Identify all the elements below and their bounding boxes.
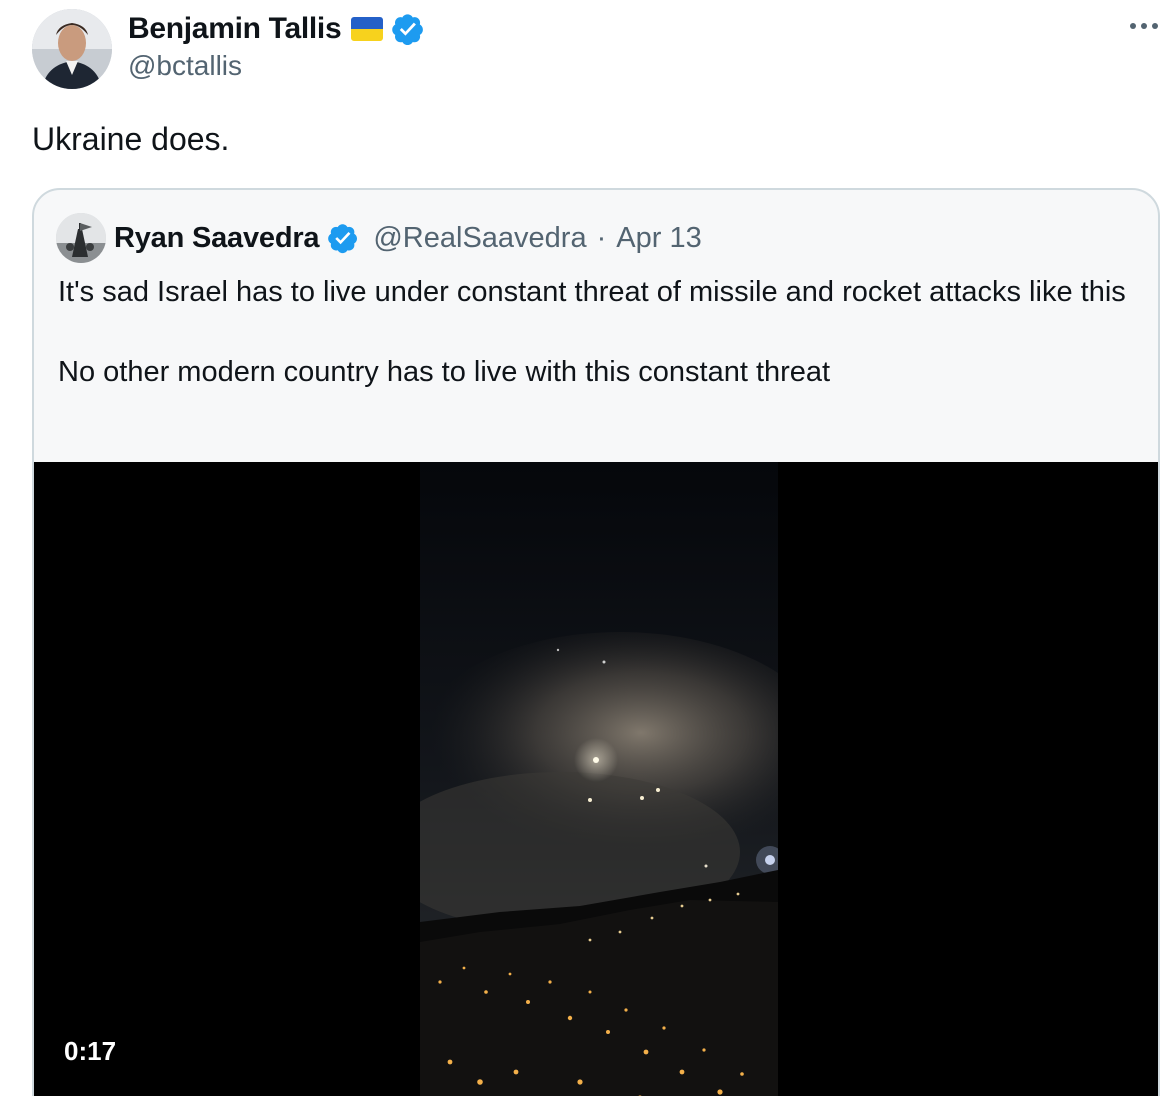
video-thumbnail[interactable] — [420, 462, 778, 1096]
quote-author-avatar[interactable] — [56, 213, 106, 263]
quote-body-text: It's sad Israel has to live under consta… — [58, 276, 1126, 388]
quote-author-name[interactable]: Ryan Saavedra — [114, 222, 320, 255]
video-player[interactable]: 0:17 — [34, 462, 1158, 1096]
video-duration: 0:17 — [64, 1036, 117, 1066]
verified-badge-icon[interactable] — [391, 12, 425, 46]
quote-date[interactable]: Apr 13 — [616, 222, 701, 255]
author-avatar[interactable] — [32, 9, 112, 89]
quote-tweet-card[interactable]: Ryan Saavedra @RealSaavedra · Apr 13 It'… — [32, 188, 1160, 1096]
tweet: Benjamin Tallis @bctallis Ukraine does. — [0, 0, 1166, 1096]
quote-author-handle[interactable]: @RealSaavedra — [373, 222, 586, 255]
author-handle[interactable]: @bctallis — [128, 50, 242, 82]
verified-badge-icon[interactable] — [327, 222, 359, 254]
quote-header: Ryan Saavedra @RealSaavedra · Apr 13 — [56, 212, 702, 264]
ukraine-flag-icon — [351, 17, 384, 41]
separator-dot: · — [596, 221, 607, 254]
author-name-row: Benjamin Tallis — [128, 12, 425, 46]
more-horizontal-icon[interactable] — [1126, 12, 1162, 40]
author-name[interactable]: Benjamin Tallis — [128, 12, 342, 46]
tweet-text: Ukraine does. — [32, 121, 230, 157]
